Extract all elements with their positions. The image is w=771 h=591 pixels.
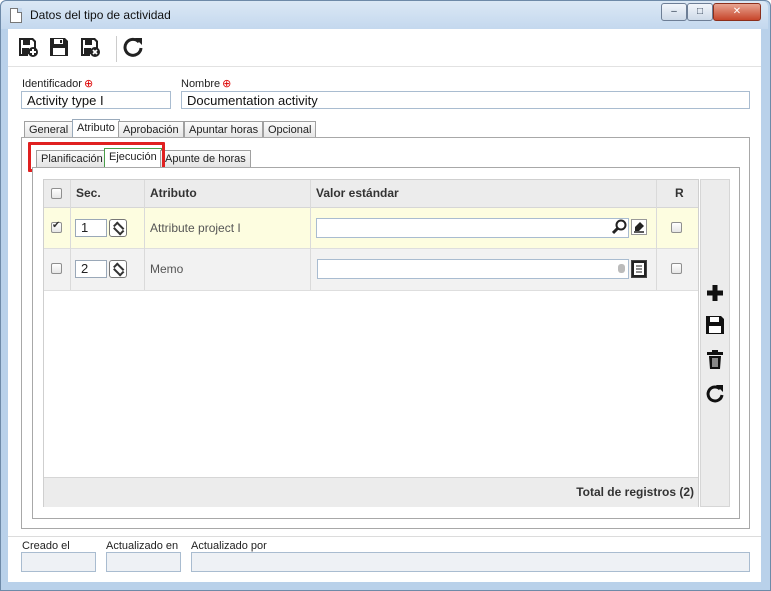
window-title: Datos del tipo de actividad bbox=[30, 8, 171, 22]
seq-spinner-icon[interactable] bbox=[109, 260, 127, 278]
maximize-button[interactable]: □ bbox=[687, 3, 713, 21]
tab-general[interactable]: General bbox=[24, 121, 74, 138]
refresh-icon[interactable] bbox=[705, 384, 725, 404]
header-attribute[interactable]: Atributo bbox=[150, 186, 197, 200]
total-records: Total de registros (2) bbox=[576, 485, 694, 499]
seq-input[interactable]: 1 bbox=[75, 219, 107, 237]
seq-spinner-icon[interactable] bbox=[109, 219, 127, 237]
toolbar-separator bbox=[116, 36, 117, 62]
default-value-input[interactable] bbox=[316, 218, 629, 238]
nombre-label: Nombre ⊕ bbox=[181, 78, 232, 90]
column-divider bbox=[310, 180, 311, 290]
created-label: Creado el bbox=[22, 540, 70, 552]
r-checkbox[interactable] bbox=[671, 222, 682, 233]
header-r[interactable]: R bbox=[675, 186, 684, 200]
attribute-name: Memo bbox=[150, 262, 184, 276]
tab-opcional[interactable]: Opcional bbox=[263, 121, 317, 138]
save-new-icon[interactable] bbox=[17, 36, 39, 58]
memo-icon[interactable] bbox=[631, 260, 647, 278]
clear-icon[interactable] bbox=[631, 219, 647, 235]
identificador-label: Identificador ⊕ bbox=[22, 78, 94, 90]
close-button[interactable]: ✕ bbox=[713, 3, 761, 21]
updated-on-field bbox=[106, 552, 181, 572]
required-icon: ⊕ bbox=[83, 78, 94, 90]
delete-icon[interactable] bbox=[705, 350, 725, 370]
save-icon[interactable] bbox=[705, 315, 725, 335]
save-icon[interactable] bbox=[48, 36, 70, 58]
tab-aprobacion[interactable]: Aprobación bbox=[118, 121, 184, 138]
updated-by-label: Actualizado por bbox=[191, 540, 267, 552]
minimize-button[interactable]: – bbox=[661, 3, 687, 21]
tab-apunte-de-horas[interactable]: Apunte de horas bbox=[160, 150, 251, 167]
column-divider bbox=[144, 180, 145, 290]
memo-scroll-indicator bbox=[618, 264, 625, 273]
created-field bbox=[21, 552, 96, 572]
refresh-icon[interactable] bbox=[122, 36, 144, 58]
row-checkbox[interactable] bbox=[51, 263, 62, 274]
footer-divider bbox=[8, 536, 761, 537]
save-close-icon[interactable] bbox=[79, 36, 101, 58]
nombre-field[interactable]: Documentation activity bbox=[181, 91, 750, 109]
updated-by-field bbox=[191, 552, 750, 572]
column-divider bbox=[656, 180, 657, 290]
add-icon[interactable] bbox=[705, 283, 725, 303]
tab-atributo[interactable]: Atributo bbox=[72, 119, 120, 138]
required-icon: ⊕ bbox=[222, 78, 232, 90]
toolbar-divider bbox=[8, 66, 761, 67]
column-divider bbox=[70, 180, 71, 290]
grid-side-toolbar bbox=[700, 179, 730, 507]
attribute-name: Attribute project I bbox=[150, 221, 241, 235]
identificador-field[interactable]: Activity type I bbox=[21, 91, 171, 109]
memo-input[interactable] bbox=[317, 259, 629, 279]
seq-input[interactable]: 2 bbox=[75, 260, 107, 278]
search-icon[interactable] bbox=[611, 219, 628, 235]
updated-on-label: Actualizado en bbox=[106, 540, 179, 552]
header-default-value[interactable]: Valor estándar bbox=[316, 186, 399, 200]
r-checkbox[interactable] bbox=[671, 263, 682, 274]
select-all-checkbox[interactable] bbox=[51, 188, 62, 199]
row-checkbox[interactable] bbox=[51, 220, 62, 233]
document-icon bbox=[10, 8, 22, 23]
tab-apuntar-horas[interactable]: Apuntar horas bbox=[184, 121, 264, 138]
header-seq[interactable]: Sec. bbox=[76, 186, 101, 200]
